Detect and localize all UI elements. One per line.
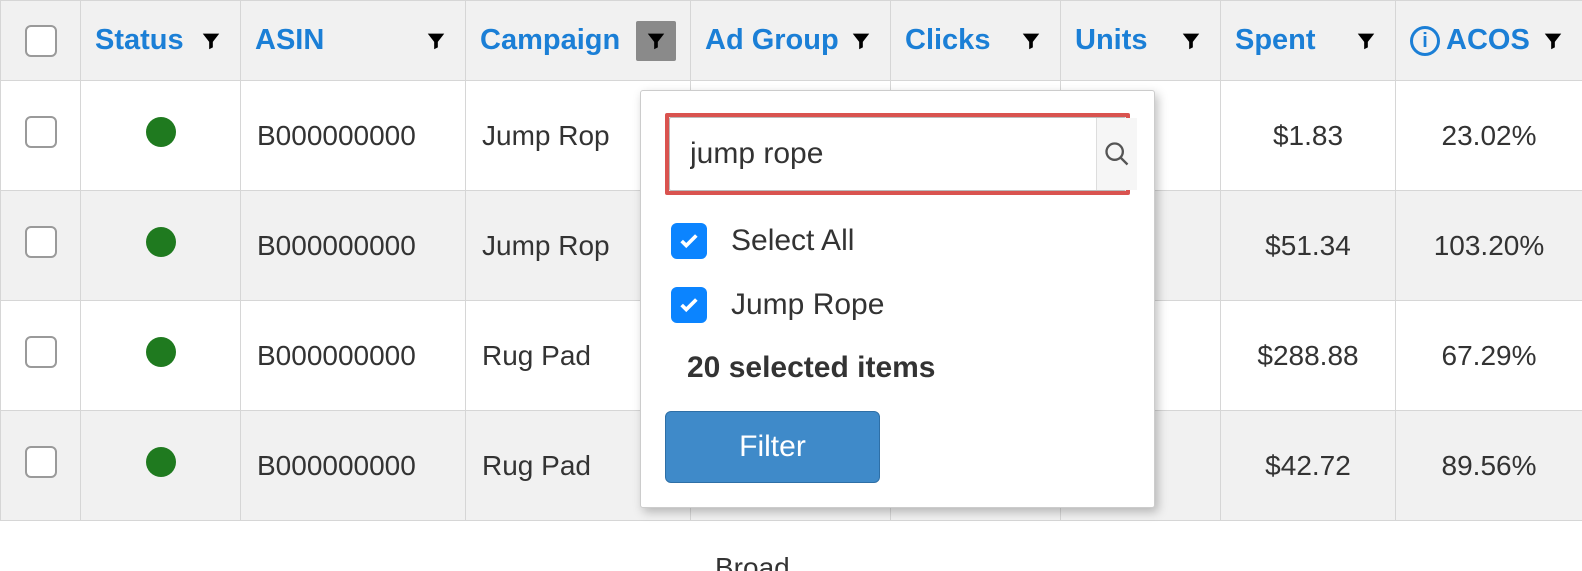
cell-asin: B000000000 [241, 81, 466, 191]
row-checkbox[interactable] [25, 116, 57, 148]
filter-option-label: Jump Rope [731, 288, 884, 322]
col-header-clicks[interactable]: Clicks [891, 1, 1061, 81]
col-label: Campaign [480, 24, 620, 57]
cell-acos: 23.02% [1396, 81, 1582, 191]
col-label: Spent [1235, 24, 1316, 57]
search-button[interactable] [1096, 118, 1137, 190]
status-dot [146, 337, 176, 367]
filter-icon[interactable] [1016, 26, 1046, 56]
cell-asin: B000000000 [241, 411, 466, 521]
search-highlight [665, 113, 1130, 195]
col-header-asin[interactable]: ASIN [241, 1, 466, 81]
col-header-select [1, 1, 81, 81]
col-header-status[interactable]: Status [81, 1, 241, 81]
filter-icon[interactable] [421, 26, 451, 56]
col-header-acos[interactable]: i ACOS [1396, 1, 1582, 81]
col-label: ASIN [255, 24, 324, 57]
filter-icon[interactable] [196, 26, 226, 56]
apply-filter-button[interactable]: Filter [665, 411, 880, 483]
cell-spent: $42.72 [1221, 411, 1396, 521]
row-checkbox[interactable] [25, 226, 57, 258]
col-header-adgroup[interactable]: Ad Group [691, 1, 891, 81]
cell-spent: $288.88 [1221, 301, 1396, 411]
col-header-units[interactable]: Units [1061, 1, 1221, 81]
filter-option-row[interactable]: Jump Rope [665, 287, 1130, 323]
checked-checkbox[interactable] [671, 223, 707, 259]
cell-asin: B000000000 [241, 301, 466, 411]
select-all-row[interactable]: Select All [665, 223, 1130, 259]
status-dot [146, 227, 176, 257]
filter-search-input[interactable] [670, 118, 1096, 190]
col-label: Clicks [905, 24, 990, 57]
table-header-row: Status ASIN Campaign [1, 1, 1582, 81]
cell-acos: 67.29% [1396, 301, 1582, 411]
cell-spent: $51.34 [1221, 191, 1396, 301]
select-all-checkbox[interactable] [25, 25, 57, 57]
search-icon [1103, 140, 1131, 168]
info-icon[interactable]: i [1410, 26, 1440, 56]
col-label: Status [95, 24, 184, 57]
selected-count: 20 selected items [665, 351, 1130, 385]
check-icon [678, 230, 700, 252]
cell-asin: B000000000 [241, 191, 466, 301]
cell-spent: $1.83 [1221, 81, 1396, 191]
col-header-spent[interactable]: Spent [1221, 1, 1396, 81]
filter-icon[interactable] [1176, 26, 1206, 56]
row-checkbox[interactable] [25, 336, 57, 368]
cell-acos: 89.56% [1396, 411, 1582, 521]
col-header-campaign[interactable]: Campaign [466, 1, 691, 81]
cell-acos: 103.20% [1396, 191, 1582, 301]
checked-checkbox[interactable] [671, 287, 707, 323]
filter-icon[interactable] [1351, 26, 1381, 56]
column-filter-popup: Select All Jump Rope 20 selected items F… [640, 90, 1155, 508]
check-icon [678, 294, 700, 316]
filter-icon-active[interactable] [636, 21, 676, 61]
status-dot [146, 117, 176, 147]
row-checkbox[interactable] [25, 446, 57, 478]
status-dot [146, 447, 176, 477]
col-label: Units [1075, 24, 1148, 57]
filter-icon[interactable] [846, 26, 876, 56]
partial-text-under: Broad [715, 552, 790, 571]
col-label: Ad Group [705, 24, 839, 57]
select-all-label: Select All [731, 224, 854, 258]
filter-icon[interactable] [1538, 26, 1568, 56]
col-label: ACOS [1446, 24, 1530, 57]
